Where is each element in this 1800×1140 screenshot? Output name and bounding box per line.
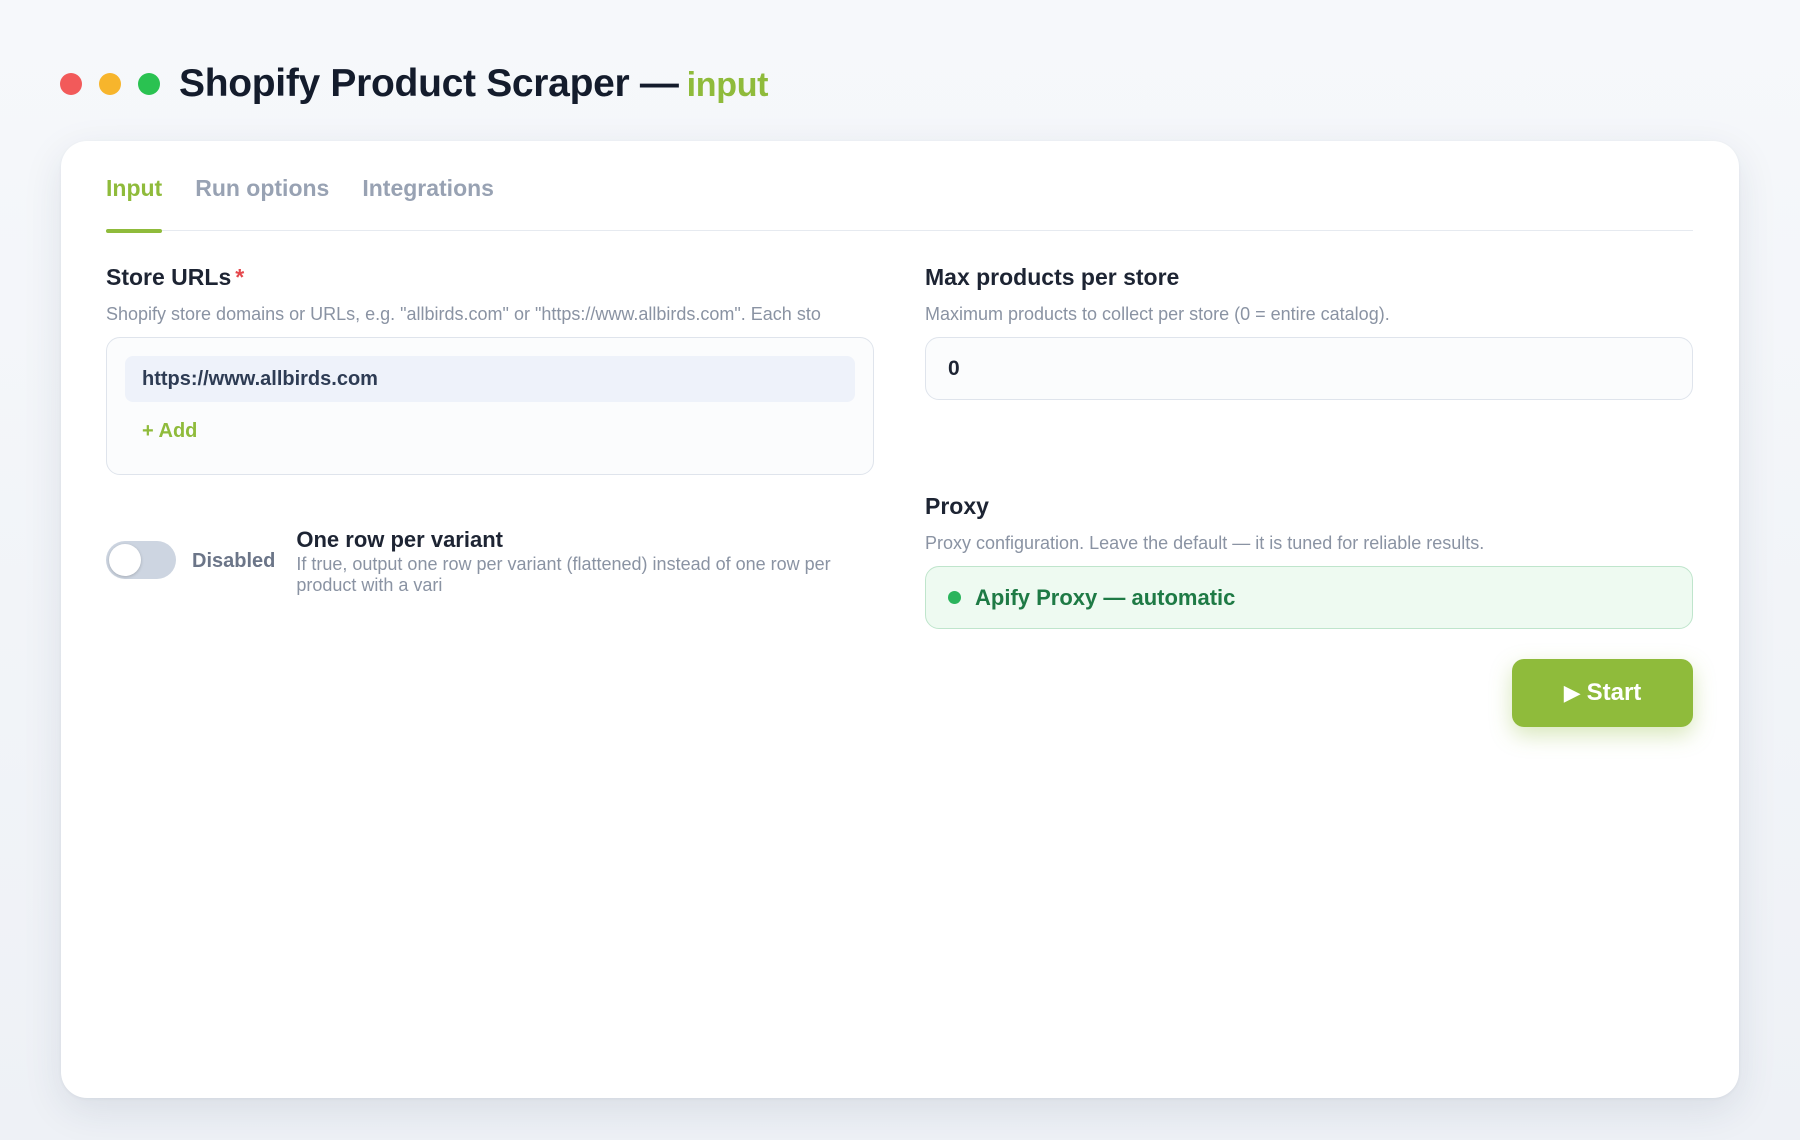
store-urls-description: Shopify store domains or URLs, e.g. "all…	[106, 304, 821, 324]
max-products-field: Max products per store Maximum products …	[925, 264, 1693, 400]
store-urls-label-text: Store URLs	[106, 264, 232, 290]
toggle-knob	[109, 544, 141, 576]
app-title: Shopify Product Scraper — input	[179, 62, 768, 106]
proxy-label: Proxy	[925, 493, 989, 519]
store-urls-label: Store URLs *	[106, 264, 874, 291]
input-form-card: Input Run options Integrations Store URL…	[61, 141, 1739, 1098]
store-urls-list: https://www.allbirds.com + Add	[106, 337, 874, 475]
variant-toggle-title: One row per variant	[296, 527, 503, 552]
store-urls-field: Store URLs * Shopify store domains or URL…	[106, 264, 874, 475]
window-titlebar: Shopify Product Scraper — input	[60, 60, 768, 108]
minimize-window-icon[interactable]	[99, 73, 121, 95]
toggle-state-label: Disabled	[192, 550, 276, 572]
store-url-item[interactable]: https://www.allbirds.com	[125, 356, 855, 402]
app-title-subtitle: input	[686, 66, 769, 104]
add-url-button[interactable]: + Add	[142, 420, 197, 443]
variant-toggle-text: One row per variant If true, output one …	[296, 527, 866, 596]
proxy-description: Proxy configuration. Leave the default —…	[925, 533, 1485, 553]
proxy-value: Apify Proxy — automatic	[975, 584, 1236, 610]
max-products-label: Max products per store	[925, 264, 1180, 290]
tab-run-options[interactable]: Run options	[195, 175, 329, 231]
variant-toggle-switch[interactable]	[106, 541, 176, 579]
max-products-description: Maximum products to collect per store (0…	[925, 304, 1390, 324]
close-window-icon[interactable]	[60, 73, 82, 95]
tab-integrations[interactable]: Integrations	[362, 175, 494, 231]
app-title-text: Shopify Product Scraper —	[179, 62, 679, 105]
play-icon: ▶	[1563, 680, 1581, 705]
variant-toggle-description: If true, output one row per variant (fla…	[296, 554, 831, 595]
variant-toggle-field: Disabled One row per variant If true, ou…	[106, 527, 874, 596]
start-button[interactable]: ▶ Start	[1512, 659, 1693, 727]
status-dot-icon	[948, 591, 961, 604]
start-button-label: Start	[1586, 679, 1642, 706]
max-products-input[interactable]: 0	[925, 337, 1693, 400]
tab-input[interactable]: Input	[106, 175, 163, 233]
required-marker: *	[235, 264, 245, 290]
proxy-selector[interactable]: Apify Proxy — automatic	[925, 566, 1693, 629]
maximize-window-icon[interactable]	[138, 73, 160, 95]
tab-bar: Input Run options Integrations	[106, 175, 1693, 233]
proxy-field: Proxy Proxy configuration. Leave the def…	[925, 493, 1693, 629]
